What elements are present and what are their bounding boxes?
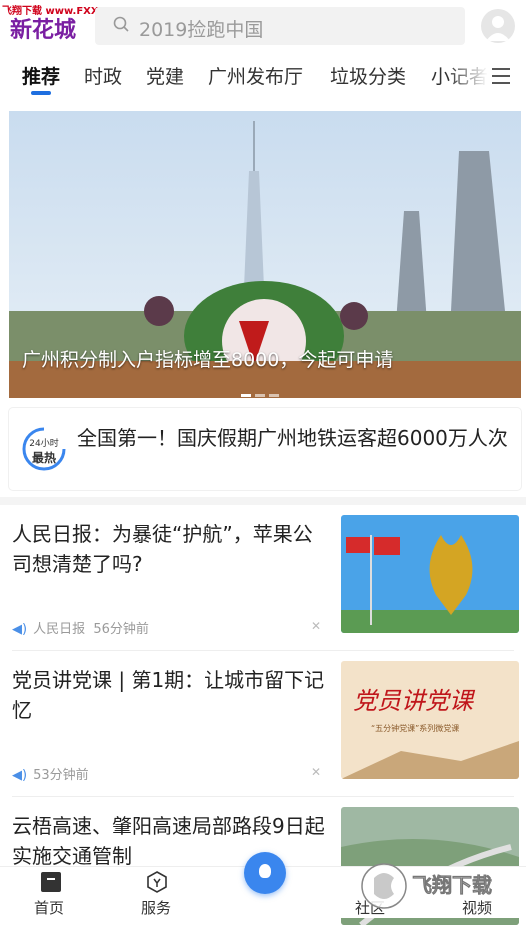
dismiss-icon[interactable]: ✕: [311, 765, 321, 779]
news-source: 人民日报: [33, 622, 86, 637]
carousel-dots: [241, 382, 283, 401]
bulb-icon: [259, 864, 271, 878]
app-logo: 新花城: [10, 17, 77, 43]
hot-news-card[interactable]: 24小时 最热 全国第一！国庆假期广州地铁运客超6000万人次: [9, 408, 521, 490]
news-time: 53分钟前: [33, 768, 89, 783]
search-placeholder: 2019捡跑中国: [139, 19, 264, 41]
news-thumbnail: 党员讲党课 “五分钟党课”系列微党课: [341, 661, 519, 779]
news-title: 党员讲党课 | 第1期：让城市留下记忆: [12, 668, 325, 722]
section-divider: [0, 497, 526, 505]
hot-news-title: 全国第一！国庆假期广州地铁运客超6000万人次: [77, 426, 508, 450]
search-bar[interactable]: 2019捡跑中国: [95, 7, 465, 45]
user-icon: [486, 16, 510, 41]
speaker-icon: ◀): [12, 768, 28, 783]
tabs-fade: [448, 56, 488, 100]
center-action-button[interactable]: [244, 852, 286, 894]
news-title: 人民日报：为暴徒“护航”，苹果公司想清楚了吗?: [12, 522, 313, 576]
news-meta: ◀) 人民日报 56分钟前: [12, 618, 149, 637]
news-title: 云梧高速、肇阳高速局部路段9日起实施交通管制: [12, 814, 325, 868]
news-time: 56分钟前: [93, 622, 149, 637]
category-tabs: 推荐 时政 党建 广州发布厅 垃圾分类 小记者: [0, 56, 526, 100]
news-thumbnail: [341, 515, 519, 633]
news-meta: ◀) 53分钟前: [12, 764, 89, 783]
tab-party[interactable]: 党建: [146, 62, 184, 89]
hero-caption: 广州积分制入户指标增至8000，今起可申请: [22, 349, 394, 371]
fx-watermark-logo: 飞翔下载: [361, 863, 492, 909]
svg-text:党员讲党课: 党员讲党课: [353, 687, 476, 715]
home-icon: [41, 872, 61, 892]
tab-politics[interactable]: 时政: [84, 62, 122, 89]
svg-text:最热: 最热: [32, 450, 56, 465]
news-item[interactable]: 党员讲党课 | 第1期：让城市留下记忆 ◀) 53分钟前 ✕ 党员讲党课 “五分钟…: [0, 651, 526, 797]
tab-guangzhou-release[interactable]: 广州发布厅: [208, 62, 303, 89]
menu-icon[interactable]: [492, 68, 510, 89]
avatar[interactable]: [481, 9, 515, 43]
top-bar: 新花城 2019捡跑中国: [0, 0, 526, 52]
active-tab-indicator: [31, 91, 51, 95]
service-icon: [147, 871, 167, 893]
svg-text:飞翔下载: 飞翔下载: [412, 873, 492, 897]
tab-recommend[interactable]: 推荐: [22, 62, 60, 89]
nav-home[interactable]: 首页: [34, 897, 64, 918]
speaker-icon: ◀): [12, 622, 28, 637]
tab-garbage-sorting[interactable]: 垃圾分类: [330, 62, 406, 89]
svg-text:“五分钟党课”系列微党课: “五分钟党课”系列微党课: [371, 723, 459, 733]
dismiss-icon[interactable]: ✕: [311, 619, 321, 633]
news-item[interactable]: 人民日报：为暴徒“护航”，苹果公司想清楚了吗? ◀) 人民日报 56分钟前 ✕: [0, 505, 526, 651]
hot-24h-icon: 24小时 最热: [22, 427, 66, 471]
svg-text:24小时: 24小时: [29, 437, 58, 449]
search-icon: [113, 16, 129, 32]
nav-service[interactable]: 服务: [141, 897, 171, 918]
